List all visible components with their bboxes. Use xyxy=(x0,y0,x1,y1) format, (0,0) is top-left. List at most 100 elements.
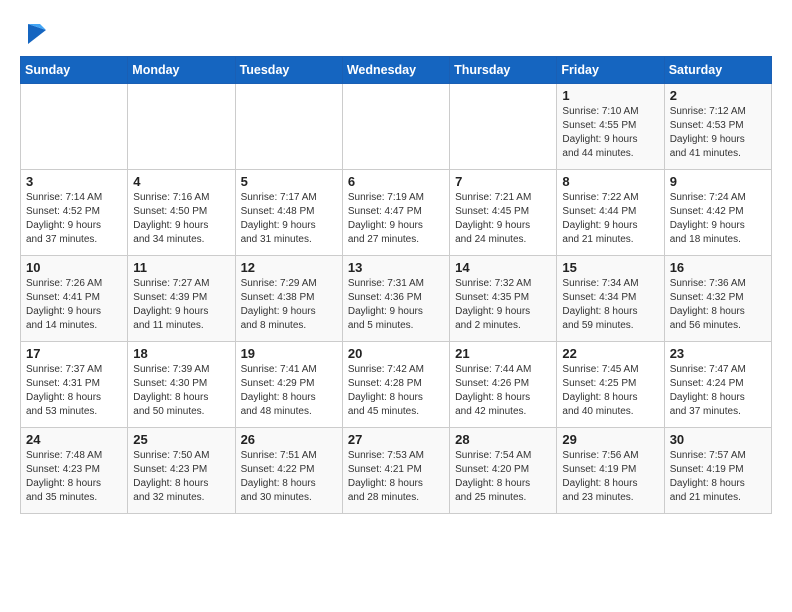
calendar-cell: 1 Sunrise: 7:10 AM Sunset: 4:55 PM Daylig… xyxy=(557,84,664,170)
day-number: 2 xyxy=(670,88,766,103)
day-info: Sunrise: 7:45 AM Sunset: 4:25 PM Dayligh… xyxy=(562,363,658,419)
calendar-cell: 19Sunrise: 7:41 AM Sunset: 4:29 PM Dayli… xyxy=(235,342,342,428)
day-info: Sunrise: 7:56 AM Sunset: 4:19 PM Dayligh… xyxy=(562,449,658,505)
day-info: Sunrise: 7:12 AM Sunset: 4:53 PM Dayligh… xyxy=(670,105,766,161)
calendar-cell: 16Sunrise: 7:36 AM Sunset: 4:32 PM Dayli… xyxy=(664,256,771,342)
day-number: 25 xyxy=(133,432,229,447)
day-number: 29 xyxy=(562,432,658,447)
day-number: 30 xyxy=(670,432,766,447)
calendar-cell: 7 Sunrise: 7:21 AM Sunset: 4:45 PM Daylig… xyxy=(450,170,557,256)
calendar-cell: 30 Sunrise: 7:57 AM Sunset: 4:19 PM Dayli… xyxy=(664,428,771,514)
calendar-table: SundayMondayTuesdayWednesdayThursdayFrid… xyxy=(20,56,772,514)
calendar-cell: 28Sunrise: 7:54 AM Sunset: 4:20 PM Dayli… xyxy=(450,428,557,514)
calendar-cell: 20 Sunrise: 7:42 AM Sunset: 4:28 PM Dayli… xyxy=(342,342,449,428)
day-info: Sunrise: 7:41 AM Sunset: 4:29 PM Dayligh… xyxy=(241,363,337,419)
day-info: Sunrise: 7:51 AM Sunset: 4:22 PM Dayligh… xyxy=(241,449,337,505)
day-number: 1 xyxy=(562,88,658,103)
logo xyxy=(20,20,50,48)
day-info: Sunrise: 7:21 AM Sunset: 4:45 PM Dayligh… xyxy=(455,191,551,247)
day-number: 18 xyxy=(133,346,229,361)
calendar-cell: 8 Sunrise: 7:22 AM Sunset: 4:44 PM Daylig… xyxy=(557,170,664,256)
day-number: 24 xyxy=(26,432,122,447)
calendar-cell: 27 Sunrise: 7:53 AM Sunset: 4:21 PM Dayli… xyxy=(342,428,449,514)
day-number: 23 xyxy=(670,346,766,361)
day-number: 21 xyxy=(455,346,551,361)
day-number: 28 xyxy=(455,432,551,447)
day-info: Sunrise: 7:37 AM Sunset: 4:31 PM Dayligh… xyxy=(26,363,122,419)
day-info: Sunrise: 7:27 AM Sunset: 4:39 PM Dayligh… xyxy=(133,277,229,333)
calendar-cell: 26 Sunrise: 7:51 AM Sunset: 4:22 PM Dayli… xyxy=(235,428,342,514)
calendar-cell xyxy=(450,84,557,170)
day-info: Sunrise: 7:32 AM Sunset: 4:35 PM Dayligh… xyxy=(455,277,551,333)
day-info: Sunrise: 7:48 AM Sunset: 4:23 PM Dayligh… xyxy=(26,449,122,505)
calendar-page: SundayMondayTuesdayWednesdayThursdayFrid… xyxy=(0,0,792,534)
calendar-cell: 4 Sunrise: 7:16 AM Sunset: 4:50 PM Daylig… xyxy=(128,170,235,256)
calendar-cell xyxy=(128,84,235,170)
calendar-cell: 25 Sunrise: 7:50 AM Sunset: 4:23 PM Dayli… xyxy=(128,428,235,514)
day-number: 16 xyxy=(670,260,766,275)
day-number: 3 xyxy=(26,174,122,189)
calendar-cell xyxy=(235,84,342,170)
day-info: Sunrise: 7:50 AM Sunset: 4:23 PM Dayligh… xyxy=(133,449,229,505)
day-info: Sunrise: 7:34 AM Sunset: 4:34 PM Dayligh… xyxy=(562,277,658,333)
day-number: 10 xyxy=(26,260,122,275)
calendar-cell: 15 Sunrise: 7:34 AM Sunset: 4:34 PM Dayli… xyxy=(557,256,664,342)
day-info: Sunrise: 7:26 AM Sunset: 4:41 PM Dayligh… xyxy=(26,277,122,333)
day-number: 27 xyxy=(348,432,444,447)
day-number: 14 xyxy=(455,260,551,275)
logo-icon xyxy=(22,20,50,48)
day-number: 8 xyxy=(562,174,658,189)
calendar-week-row: 3 Sunrise: 7:14 AM Sunset: 4:52 PM Daylig… xyxy=(21,170,772,256)
header xyxy=(20,16,772,48)
day-number: 12 xyxy=(241,260,337,275)
day-info: Sunrise: 7:17 AM Sunset: 4:48 PM Dayligh… xyxy=(241,191,337,247)
calendar-cell: 9 Sunrise: 7:24 AM Sunset: 4:42 PM Daylig… xyxy=(664,170,771,256)
calendar-cell: 18 Sunrise: 7:39 AM Sunset: 4:30 PM Dayli… xyxy=(128,342,235,428)
day-number: 5 xyxy=(241,174,337,189)
day-info: Sunrise: 7:22 AM Sunset: 4:44 PM Dayligh… xyxy=(562,191,658,247)
calendar-cell: 14 Sunrise: 7:32 AM Sunset: 4:35 PM Dayli… xyxy=(450,256,557,342)
day-info: Sunrise: 7:31 AM Sunset: 4:36 PM Dayligh… xyxy=(348,277,444,333)
day-number: 17 xyxy=(26,346,122,361)
day-info: Sunrise: 7:39 AM Sunset: 4:30 PM Dayligh… xyxy=(133,363,229,419)
day-number: 6 xyxy=(348,174,444,189)
calendar-cell: 5 Sunrise: 7:17 AM Sunset: 4:48 PM Daylig… xyxy=(235,170,342,256)
weekday-header-monday: Monday xyxy=(128,57,235,84)
calendar-cell: 23 Sunrise: 7:47 AM Sunset: 4:24 PM Dayli… xyxy=(664,342,771,428)
calendar-cell: 24 Sunrise: 7:48 AM Sunset: 4:23 PM Dayli… xyxy=(21,428,128,514)
calendar-cell: 12Sunrise: 7:29 AM Sunset: 4:38 PM Dayli… xyxy=(235,256,342,342)
weekday-header-friday: Friday xyxy=(557,57,664,84)
weekday-header-saturday: Saturday xyxy=(664,57,771,84)
day-info: Sunrise: 7:16 AM Sunset: 4:50 PM Dayligh… xyxy=(133,191,229,247)
day-info: Sunrise: 7:24 AM Sunset: 4:42 PM Dayligh… xyxy=(670,191,766,247)
calendar-cell: 11Sunrise: 7:27 AM Sunset: 4:39 PM Dayli… xyxy=(128,256,235,342)
day-info: Sunrise: 7:42 AM Sunset: 4:28 PM Dayligh… xyxy=(348,363,444,419)
weekday-header-sunday: Sunday xyxy=(21,57,128,84)
day-number: 4 xyxy=(133,174,229,189)
weekday-header-row: SundayMondayTuesdayWednesdayThursdayFrid… xyxy=(21,57,772,84)
day-number: 9 xyxy=(670,174,766,189)
calendar-cell: 17 Sunrise: 7:37 AM Sunset: 4:31 PM Dayli… xyxy=(21,342,128,428)
day-number: 7 xyxy=(455,174,551,189)
day-info: Sunrise: 7:57 AM Sunset: 4:19 PM Dayligh… xyxy=(670,449,766,505)
weekday-header-tuesday: Tuesday xyxy=(235,57,342,84)
calendar-cell: 10 Sunrise: 7:26 AM Sunset: 4:41 PM Dayli… xyxy=(21,256,128,342)
weekday-header-thursday: Thursday xyxy=(450,57,557,84)
calendar-week-row: 24 Sunrise: 7:48 AM Sunset: 4:23 PM Dayli… xyxy=(21,428,772,514)
day-number: 20 xyxy=(348,346,444,361)
day-info: Sunrise: 7:14 AM Sunset: 4:52 PM Dayligh… xyxy=(26,191,122,247)
calendar-cell: 21 Sunrise: 7:44 AM Sunset: 4:26 PM Dayli… xyxy=(450,342,557,428)
day-number: 13 xyxy=(348,260,444,275)
calendar-cell: 3 Sunrise: 7:14 AM Sunset: 4:52 PM Daylig… xyxy=(21,170,128,256)
day-number: 15 xyxy=(562,260,658,275)
weekday-header-wednesday: Wednesday xyxy=(342,57,449,84)
day-info: Sunrise: 7:10 AM Sunset: 4:55 PM Dayligh… xyxy=(562,105,658,161)
calendar-cell xyxy=(342,84,449,170)
day-number: 26 xyxy=(241,432,337,447)
day-number: 22 xyxy=(562,346,658,361)
calendar-week-row: 17 Sunrise: 7:37 AM Sunset: 4:31 PM Dayli… xyxy=(21,342,772,428)
day-info: Sunrise: 7:44 AM Sunset: 4:26 PM Dayligh… xyxy=(455,363,551,419)
calendar-week-row: 1 Sunrise: 7:10 AM Sunset: 4:55 PM Daylig… xyxy=(21,84,772,170)
day-info: Sunrise: 7:53 AM Sunset: 4:21 PM Dayligh… xyxy=(348,449,444,505)
day-info: Sunrise: 7:47 AM Sunset: 4:24 PM Dayligh… xyxy=(670,363,766,419)
